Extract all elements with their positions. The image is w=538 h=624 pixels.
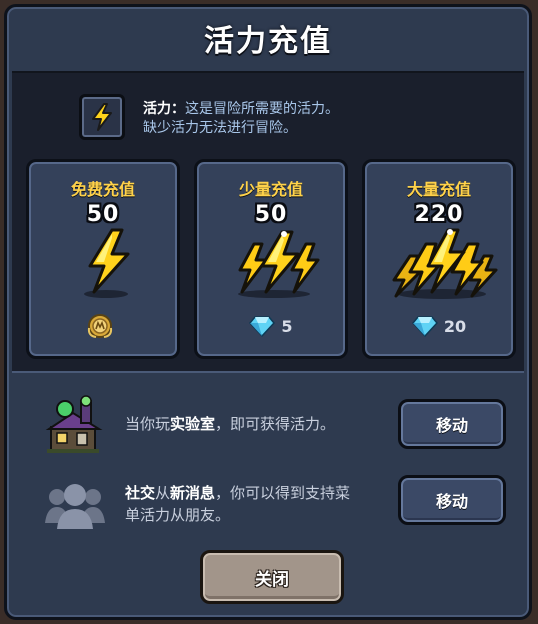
hint-keyword: 实验室 bbox=[170, 415, 216, 433]
free-recharge-card[interactable]: 免费充值 50 bbox=[26, 159, 180, 359]
card-title: 大量充值 bbox=[406, 180, 471, 199]
card-title: 少量充值 bbox=[238, 180, 303, 199]
title-bar: 活力充值 bbox=[7, 7, 529, 69]
energy-key: 活力 bbox=[143, 101, 171, 117]
gem-icon bbox=[412, 316, 438, 337]
social-friends-icon bbox=[45, 484, 105, 529]
energy-desc-line2: 缺少活力无法进行冒险。 bbox=[143, 120, 297, 136]
move-to-laboratory-button[interactable]: 移动 bbox=[398, 399, 506, 449]
hint-text: ，你可以得到支持菜 bbox=[215, 484, 351, 502]
recharge-section: 活力：这是冒险所需要的活力。 缺少活力无法进行冒险。 免费充值 50 少量充值 … bbox=[12, 71, 524, 373]
card-cost-value: 20 bbox=[443, 316, 467, 336]
card-cost: 20 bbox=[365, 312, 513, 340]
energy-desc-line1: 这是冒险所需要的活力。 bbox=[185, 101, 339, 117]
dialog-title: 活力充值 bbox=[204, 24, 332, 59]
social-hint: 社交从新消息，你可以得到支持菜 单活力从朋友。 bbox=[125, 482, 350, 526]
hint-keyword: 新消息 bbox=[170, 484, 216, 502]
hint-text: 当你玩 bbox=[125, 415, 171, 433]
energy-description: 活力：这是冒险所需要的活力。 缺少活力无法进行冒险。 bbox=[143, 100, 339, 138]
single-bolt-icon bbox=[84, 228, 130, 298]
card-amount: 220 bbox=[414, 202, 464, 227]
card-cost-value: 5 bbox=[281, 316, 293, 336]
large-recharge-card[interactable]: 大量充值 220 20 bbox=[362, 159, 516, 359]
energy-recharge-dialog: 活力充值 活力：这是冒险所需要的活力。 缺少活力无法进行冒险。 免费充值 50 bbox=[4, 4, 532, 620]
card-title: 免费充值 bbox=[70, 180, 135, 199]
card-cost bbox=[29, 312, 177, 340]
ad-medal-icon bbox=[87, 314, 113, 338]
bolt-pile-icon bbox=[392, 228, 498, 299]
energy-colon: ： bbox=[171, 101, 185, 117]
laboratory-building-icon bbox=[45, 395, 103, 453]
lightning-icon bbox=[79, 94, 125, 140]
card-cost: 5 bbox=[197, 312, 345, 340]
hint-text: 单活力从朋友。 bbox=[125, 506, 231, 524]
card-amount: 50 bbox=[254, 202, 288, 227]
gem-icon bbox=[249, 316, 276, 337]
close-button[interactable]: 关闭 bbox=[200, 550, 344, 604]
triple-bolt-icon bbox=[238, 230, 320, 298]
hint-text: ，即可获得活力。 bbox=[215, 415, 336, 433]
laboratory-hint: 当你玩实验室，即可获得活力。 bbox=[125, 413, 335, 435]
card-amount: 50 bbox=[86, 202, 120, 227]
hint-text: 从 bbox=[155, 484, 171, 502]
move-to-social-button[interactable]: 移动 bbox=[398, 475, 506, 525]
hint-keyword: 社交 bbox=[125, 484, 156, 502]
small-recharge-card[interactable]: 少量充值 50 5 bbox=[194, 159, 348, 359]
